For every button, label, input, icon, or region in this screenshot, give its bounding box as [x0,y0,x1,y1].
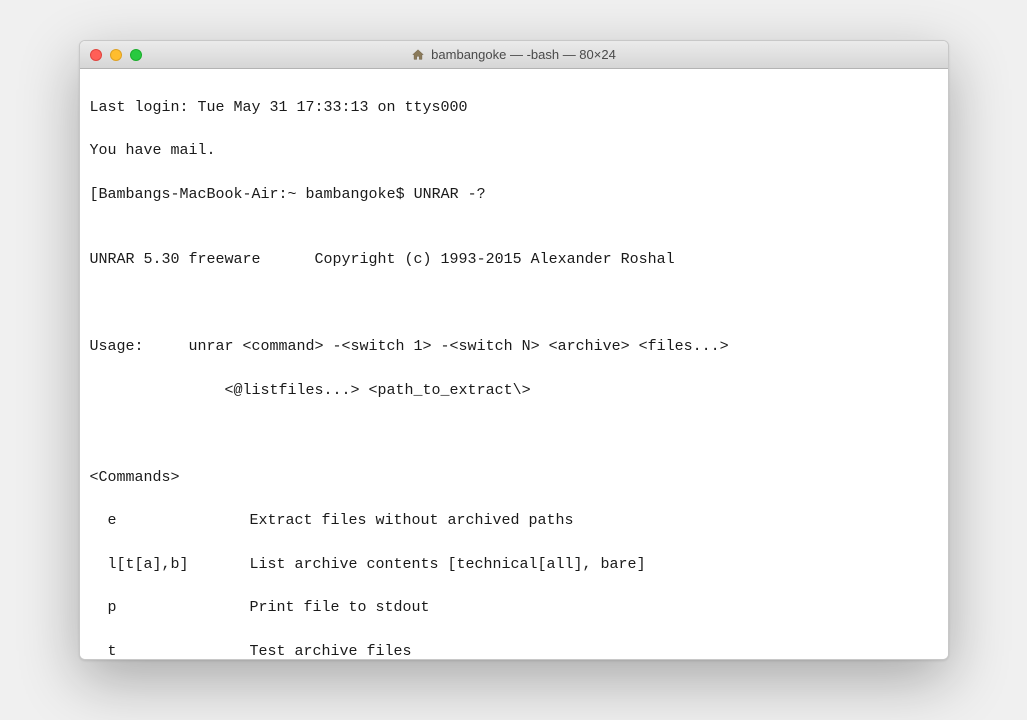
command-row: pPrint file to stdout [90,597,938,619]
titlebar[interactable]: bambangoke — -bash — 80×24 [80,41,948,69]
maximize-button[interactable] [130,49,142,61]
commands-header: <Commands> [90,467,938,489]
command-key: l[t[a],b] [90,554,250,576]
minimize-button[interactable] [110,49,122,61]
traffic-lights [90,49,142,61]
window-title: bambangoke — -bash — 80×24 [431,47,616,62]
mail-line: You have mail. [90,140,938,162]
command-text: UNRAR -? [414,184,486,206]
window-title-wrap: bambangoke — -bash — 80×24 [80,47,948,62]
home-icon [411,48,425,62]
command-desc: Test archive files [250,641,412,660]
command-desc: List archive contents [technical[all], b… [250,554,646,576]
command-desc: Extract files without archived paths [250,510,574,532]
close-button[interactable] [90,49,102,61]
command-key: e [90,510,250,532]
blank-line [90,423,938,445]
usage-line-1: Usage: unrar <command> -<switch 1> -<swi… [90,336,938,358]
prompt-line: [Bambangs-MacBook-Air:~ bambangoke$ UNRA… [90,184,938,206]
usage-line-2: <@listfiles...> <path_to_extract\> [90,380,938,402]
command-key: t [90,641,250,660]
command-row: l[t[a],b]List archive contents [technica… [90,554,938,576]
command-row: tTest archive files [90,641,938,660]
command-row: eExtract files without archived paths [90,510,938,532]
command-key: p [90,597,250,619]
terminal-window: bambangoke — -bash — 80×24 Last login: T… [79,40,949,660]
command-desc: Print file to stdout [250,597,430,619]
login-line: Last login: Tue May 31 17:33:13 on ttys0… [90,97,938,119]
version-line: UNRAR 5.30 freeware Copyright (c) 1993-2… [90,249,938,271]
blank-line [90,293,938,315]
terminal-content[interactable]: Last login: Tue May 31 17:33:13 on ttys0… [80,69,948,659]
prompt-open-bracket: [ [90,184,99,206]
prompt-text: Bambangs-MacBook-Air:~ bambangoke$ [99,184,414,206]
